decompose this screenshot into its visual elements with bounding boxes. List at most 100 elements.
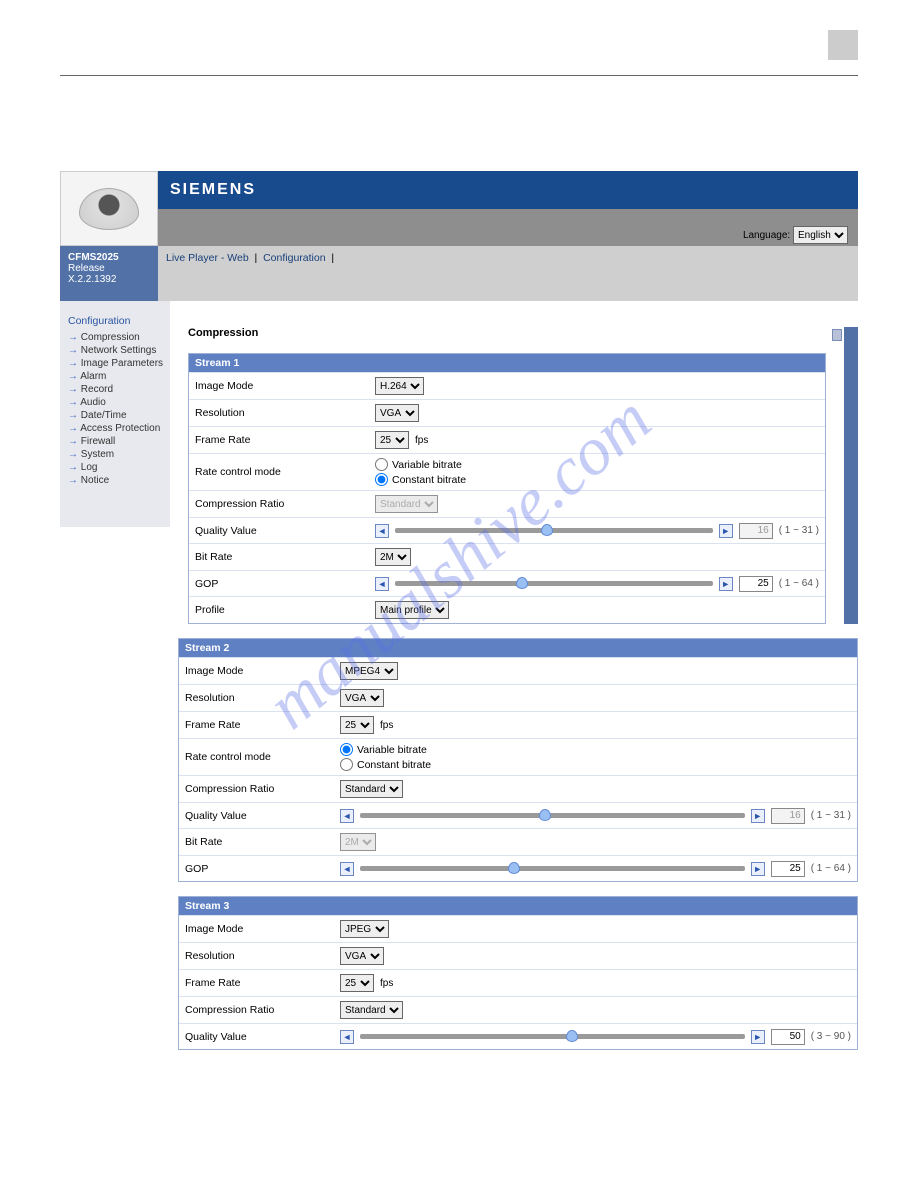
row-compression-ratio: Compression RatioStandard	[179, 996, 857, 1023]
radio-constant[interactable]: Constant bitrate	[375, 473, 466, 486]
label-gop: GOP	[185, 863, 340, 875]
row-image-mode: Image ModeJPEG	[179, 915, 857, 942]
stream-2-header: Stream 2	[179, 639, 857, 657]
nudge-left-icon[interactable]: ◄	[375, 577, 389, 591]
slider-track[interactable]	[360, 866, 745, 871]
slider[interactable]: ◄►	[340, 862, 765, 876]
nav-live-player[interactable]: Live Player - Web	[166, 252, 249, 264]
sidebar-item-access-protection[interactable]: Access Protection	[66, 422, 164, 435]
sidebar-item-compression[interactable]: Compression	[66, 331, 164, 344]
select[interactable]: 25	[375, 431, 409, 449]
sidebar-item-date-time[interactable]: Date/Time	[66, 409, 164, 422]
nudge-right-icon[interactable]: ►	[751, 1030, 765, 1044]
value-input[interactable]	[771, 1029, 805, 1045]
device-thumbnail	[60, 171, 158, 246]
slider-thumb[interactable]	[566, 1030, 578, 1042]
slider-thumb[interactable]	[516, 577, 528, 589]
slider-thumb[interactable]	[508, 862, 520, 874]
slider-track[interactable]	[360, 1034, 745, 1039]
nudge-right-icon[interactable]: ►	[751, 809, 765, 823]
radio-constant[interactable]: Constant bitrate	[340, 758, 431, 771]
slider-track[interactable]	[395, 581, 713, 586]
value-input	[739, 523, 773, 539]
label-gop: GOP	[195, 578, 375, 590]
select[interactable]: MPEG4	[340, 662, 398, 680]
app-window: SIEMENS Language: English CFMS2025 Relea…	[60, 171, 858, 1050]
select[interactable]: Standard	[340, 780, 403, 798]
label-frame-rate: Frame Rate	[185, 977, 340, 989]
sidebar-item-log[interactable]: Log	[66, 461, 164, 474]
radio-variable[interactable]: Variable bitrate	[340, 743, 431, 756]
language-select[interactable]: English	[793, 226, 848, 244]
row-bit-rate: Bit Rate2M	[189, 543, 825, 570]
row-profile: ProfileMain profile	[189, 596, 825, 623]
slider-thumb[interactable]	[541, 524, 553, 536]
slider-track[interactable]	[360, 813, 745, 818]
slider[interactable]: ◄►	[340, 809, 765, 823]
nudge-right-icon[interactable]: ►	[751, 862, 765, 876]
breadcrumb: Live Player - Web | Configuration |	[158, 246, 858, 301]
slider-track[interactable]	[395, 528, 713, 533]
label-compression-ratio: Compression Ratio	[185, 783, 340, 795]
select[interactable]: Standard	[340, 1001, 403, 1019]
row-compression-ratio: Compression RatioStandard	[189, 490, 825, 517]
select[interactable]: H.264	[375, 377, 424, 395]
select[interactable]: 25	[340, 716, 374, 734]
sidebar-item-image-parameters[interactable]: Image Parameters	[66, 357, 164, 370]
select[interactable]: VGA	[340, 947, 384, 965]
label-rate-control: Rate control mode	[195, 466, 375, 478]
slider[interactable]: ◄►	[340, 1030, 765, 1044]
device-model: CFMS2025	[68, 252, 150, 263]
select[interactable]: 2M	[375, 548, 411, 566]
label-profile: Profile	[195, 604, 375, 616]
row-resolution: ResolutionVGA	[189, 399, 825, 426]
nav-configuration[interactable]: Configuration	[263, 252, 325, 264]
sidebar-item-firewall[interactable]: Firewall	[66, 435, 164, 448]
scrollbar-thumb[interactable]	[832, 329, 842, 341]
nudge-right-icon[interactable]: ►	[719, 577, 733, 591]
language-bar: Language: English	[158, 224, 858, 246]
nudge-left-icon[interactable]: ◄	[375, 524, 389, 538]
select[interactable]: 25	[340, 974, 374, 992]
select[interactable]: VGA	[375, 404, 419, 422]
range-note: ( 1 ~ 64 )	[811, 863, 851, 874]
rate-control-group: Variable bitrate Constant bitrate	[375, 458, 466, 486]
slider[interactable]: ◄►	[375, 577, 733, 591]
label-rate-control: Rate control mode	[185, 751, 340, 763]
sidebar-item-network-settings[interactable]: Network Settings	[66, 344, 164, 357]
nudge-right-icon[interactable]: ►	[719, 524, 733, 538]
value-input	[771, 808, 805, 824]
select[interactable]: Standard	[375, 495, 438, 513]
label-frame-rate: Frame Rate	[185, 719, 340, 731]
nudge-left-icon[interactable]: ◄	[340, 809, 354, 823]
row-bit-rate: Bit Rate2M	[179, 828, 857, 855]
stream-3-header: Stream 3	[179, 897, 857, 915]
stream-3: Stream 3Image ModeJPEGResolutionVGAFrame…	[178, 896, 858, 1050]
sidebar-item-record[interactable]: Record	[66, 383, 164, 396]
stream-1-header: Stream 1	[189, 354, 825, 372]
select[interactable]: VGA	[340, 689, 384, 707]
nudge-left-icon[interactable]: ◄	[340, 862, 354, 876]
select[interactable]: Main profile	[375, 601, 449, 619]
label-bit-rate: Bit Rate	[195, 551, 375, 563]
sidebar-item-audio[interactable]: Audio	[66, 396, 164, 409]
slider[interactable]: ◄►	[375, 524, 733, 538]
nudge-left-icon[interactable]: ◄	[340, 1030, 354, 1044]
label-resolution: Resolution	[185, 692, 340, 704]
sidebar-item-notice[interactable]: Notice	[66, 474, 164, 487]
label-compression-ratio: Compression Ratio	[195, 498, 375, 510]
range-note: ( 1 ~ 64 )	[779, 578, 819, 589]
value-input[interactable]	[739, 576, 773, 592]
sidebar-title: Configuration	[68, 315, 164, 327]
row-frame-rate: Frame Rate25 fps	[179, 711, 857, 738]
value-input[interactable]	[771, 861, 805, 877]
label-quality-value: Quality Value	[185, 810, 340, 822]
sidebar-item-system[interactable]: System	[66, 448, 164, 461]
fps-suffix: fps	[380, 978, 393, 989]
sidebar-item-alarm[interactable]: Alarm	[66, 370, 164, 383]
radio-variable[interactable]: Variable bitrate	[375, 458, 466, 471]
slider-thumb[interactable]	[539, 809, 551, 821]
row-quality-value: Quality Value◄► ( 1 ~ 31 )	[179, 802, 857, 828]
select[interactable]: JPEG	[340, 920, 389, 938]
select[interactable]: 2M	[340, 833, 376, 851]
